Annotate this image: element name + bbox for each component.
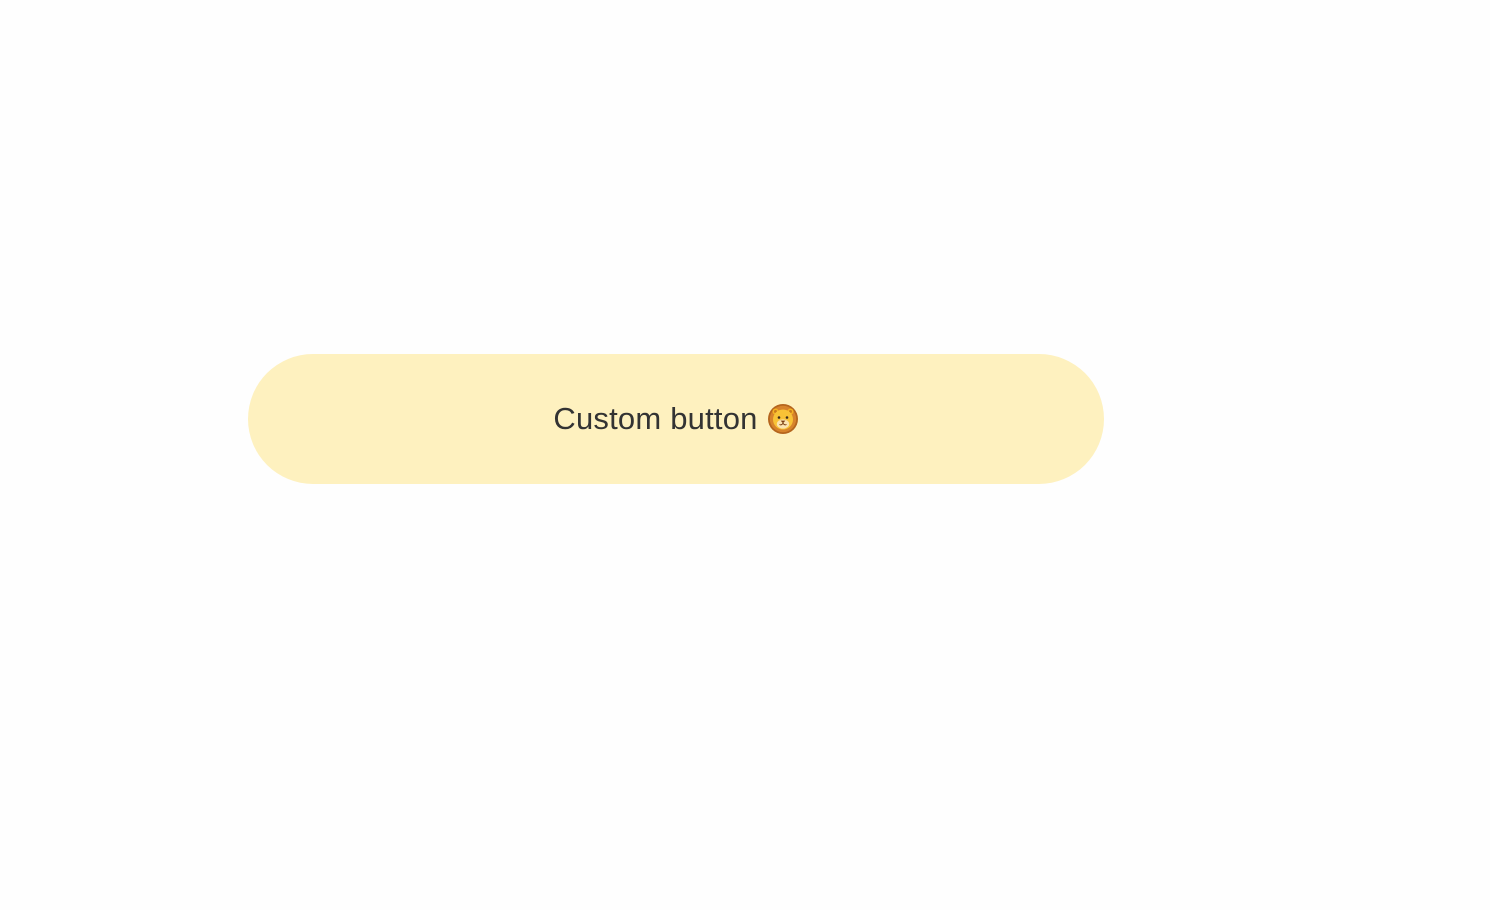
custom-button-label: Custom button <box>553 401 758 436</box>
page: Custom button <box>0 0 1490 910</box>
custom-button[interactable]: Custom button <box>248 354 1104 484</box>
lion-face-icon <box>767 403 799 435</box>
